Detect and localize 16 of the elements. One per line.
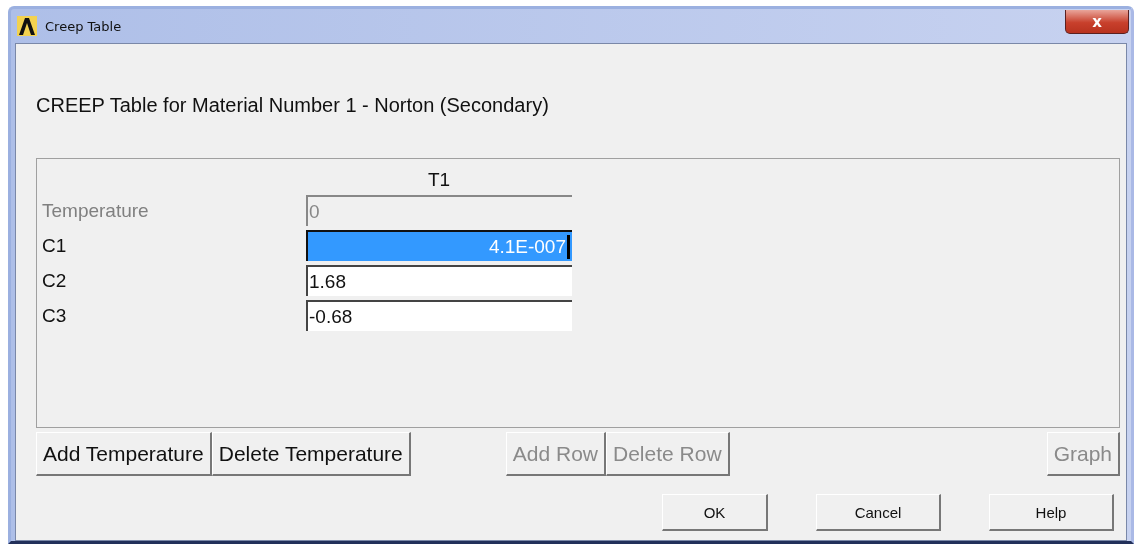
dialog-button[interactable]: OK xyxy=(662,494,768,531)
row-label: C2 xyxy=(42,269,68,292)
dialog-button[interactable]: Help xyxy=(989,494,1114,531)
window-title: Creep Table xyxy=(45,18,122,34)
row-label: Temperature xyxy=(42,199,150,222)
dialog-button[interactable]: Cancel xyxy=(816,494,941,531)
row-label: C1 xyxy=(42,234,68,257)
dialog-heading: CREEP Table for Material Number 1 - Norton (Secondary) xyxy=(36,94,550,118)
value-field[interactable]: -0.68 xyxy=(306,300,572,331)
value-field[interactable]: 1.68 xyxy=(306,265,572,296)
column-header: T1 xyxy=(426,169,452,191)
close-button[interactable]: x xyxy=(1065,10,1129,34)
row-label: C3 xyxy=(42,304,68,327)
table-button[interactable]: Add Temperature xyxy=(36,432,212,476)
app-logo-icon xyxy=(17,16,37,36)
table-button[interactable]: Delete Temperature xyxy=(211,432,411,476)
